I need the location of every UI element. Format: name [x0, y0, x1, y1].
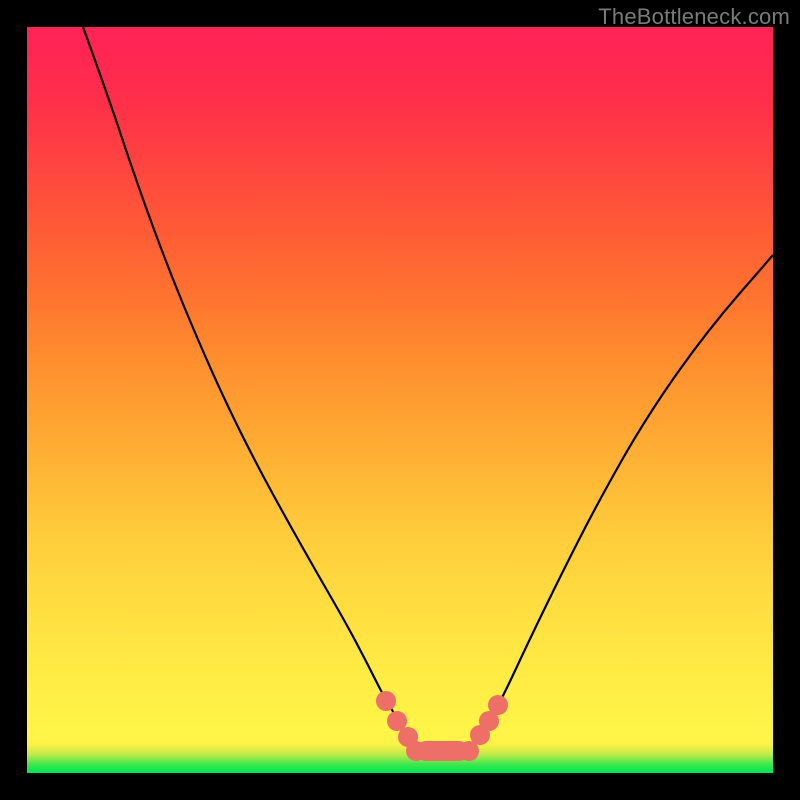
curve-svg: [27, 27, 773, 773]
curve-markers: [376, 691, 508, 761]
curve-marker-dot: [488, 695, 508, 715]
curve-marker-dot: [376, 691, 396, 711]
plot-area: [27, 27, 773, 773]
curve-marker-pill-cap: [406, 741, 426, 761]
chart-frame: TheBottleneck.com: [0, 0, 800, 800]
bottleneck-curve: [83, 27, 773, 751]
watermark-label: TheBottleneck.com: [598, 4, 790, 30]
